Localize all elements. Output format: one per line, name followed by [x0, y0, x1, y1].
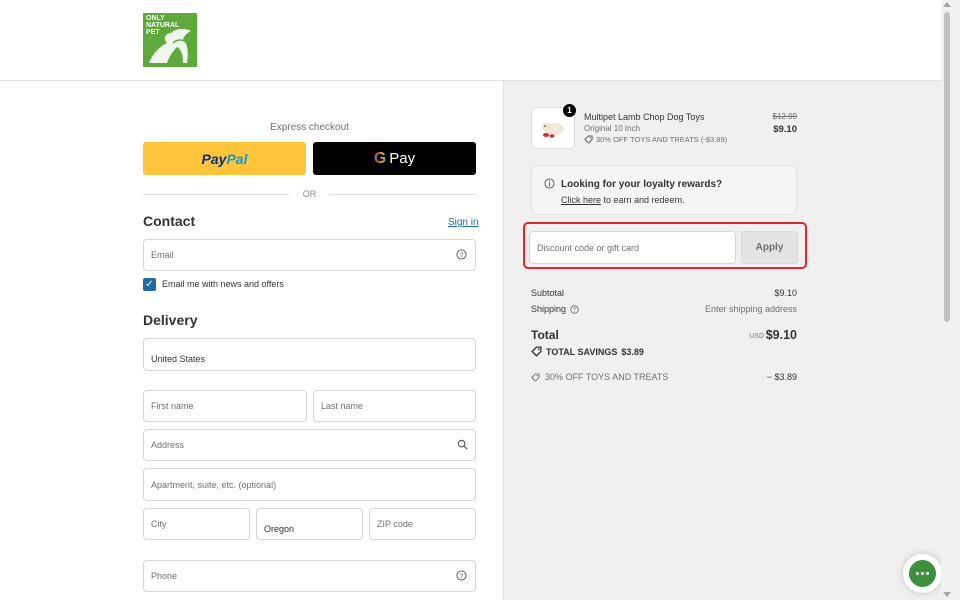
shipping-value: Enter shipping address — [704, 304, 797, 314]
apartment-field[interactable] — [143, 468, 476, 501]
subtotal-label: Subtotal — [531, 288, 565, 298]
paypal-pal-text: Pal — [226, 150, 248, 167]
tag-icon — [531, 346, 542, 357]
state-value: Oregon — [264, 524, 295, 534]
newsletter-label: Email me with news and offers — [162, 279, 284, 289]
chat-button[interactable] — [903, 554, 942, 593]
tag-icon — [584, 135, 593, 144]
quantity-badge: 1 — [563, 104, 576, 117]
svg-text:?: ? — [460, 252, 464, 259]
or-divider: OR — [143, 187, 476, 201]
country-value: United States — [151, 354, 206, 364]
sign-in-link[interactable]: Sign in — [448, 217, 479, 228]
discount-code-field[interactable] — [529, 231, 736, 264]
google-pay-button[interactable]: G Pay — [313, 142, 476, 175]
google-pay-label: Pay — [389, 150, 416, 167]
loyalty-title: Looking for your loyalty rewards? — [561, 179, 723, 190]
subtotal-value: $9.10 — [774, 288, 797, 298]
paypal-pay-text: Pay — [201, 150, 227, 167]
applied-discount-name: 30% OFF TOYS AND TREATS — [545, 372, 669, 382]
loyalty-banner: Looking for your loyalty rewards? Click … — [531, 165, 797, 215]
apply-discount-button[interactable]: Apply — [741, 231, 798, 264]
help-icon[interactable]: ? — [456, 570, 467, 581]
page-scrollbar[interactable] — [941, 0, 960, 600]
help-icon[interactable]: ? — [570, 304, 579, 314]
svg-text:?: ? — [460, 573, 464, 580]
savings-value: $3.89 — [621, 346, 644, 357]
or-text: OR — [302, 189, 317, 199]
zip-field[interactable] — [369, 508, 476, 540]
loyalty-suffix: to earn and redeem. — [601, 195, 685, 205]
help-icon[interactable]: ? — [456, 249, 467, 260]
state-select[interactable]: Oregon — [256, 508, 363, 540]
loyalty-text: Click here to earn and redeem. — [561, 195, 685, 205]
total-savings: TOTAL SAVINGS $3.89 — [531, 346, 644, 357]
order-summary-column: 1 Multipet Lamb Chop Dog Toys Original 1… — [503, 81, 941, 600]
shipping-label-row: Shipping ? — [531, 304, 579, 314]
address-field[interactable] — [143, 429, 476, 461]
scroll-thumb[interactable] — [944, 12, 950, 322]
delivery-heading: Delivery — [143, 312, 198, 328]
search-icon — [457, 439, 468, 450]
loyalty-link[interactable]: Click here — [561, 195, 601, 205]
chat-icon — [909, 560, 936, 587]
scroll-up-icon[interactable] — [943, 2, 951, 7]
savings-label: TOTAL SAVINGS — [546, 346, 618, 357]
total-label: Total — [531, 328, 559, 342]
first-name-field[interactable] — [143, 390, 307, 422]
product-title: Multipet Lamb Chop Dog Toys — [584, 112, 705, 122]
applied-discount-value: − $3.89 — [766, 372, 797, 382]
currency-code: USD — [749, 333, 764, 340]
store-logo[interactable]: ONLY NATURAL PET — [143, 13, 197, 67]
google-g-icon: G — [373, 149, 387, 167]
chat-dot — [916, 572, 919, 575]
product-discount-label: 30% OFF TOYS AND TREATS (-$3.89) — [596, 135, 728, 144]
product-discount: 30% OFF TOYS AND TREATS (-$3.89) — [584, 135, 727, 144]
country-select[interactable]: United States — [143, 338, 476, 371]
express-checkout-label: Express checkout — [270, 122, 349, 133]
email-field[interactable] — [143, 239, 476, 271]
phone-field[interactable] — [143, 560, 476, 592]
info-icon — [544, 178, 555, 189]
last-name-field[interactable] — [313, 390, 476, 422]
chat-dot — [921, 572, 924, 575]
city-field[interactable] — [143, 508, 250, 540]
compare-at-price: $12.99 — [772, 112, 797, 121]
scroll-down-icon[interactable] — [943, 592, 951, 597]
svg-text:?: ? — [573, 307, 576, 313]
total-value: $9.10 — [765, 328, 797, 342]
paypal-button[interactable]: Pay Pal — [143, 142, 306, 175]
contact-heading: Contact — [143, 213, 196, 229]
checkout-form-column: Express checkout Pay Pal G Pay OR Contact … — [0, 81, 503, 600]
header: ONLY NATURAL PET — [0, 0, 941, 81]
applied-discount: 30% OFF TOYS AND TREATS — [531, 372, 668, 382]
product-variant: Original 10 Inch — [584, 124, 641, 133]
logo-text: ONLY NATURAL PET — [146, 15, 180, 36]
newsletter-checkbox[interactable]: ✓ — [143, 278, 156, 291]
product-price: $9.10 — [773, 124, 797, 135]
shipping-label: Shipping — [531, 304, 567, 314]
tag-icon — [531, 372, 540, 382]
chat-dot — [926, 572, 929, 575]
